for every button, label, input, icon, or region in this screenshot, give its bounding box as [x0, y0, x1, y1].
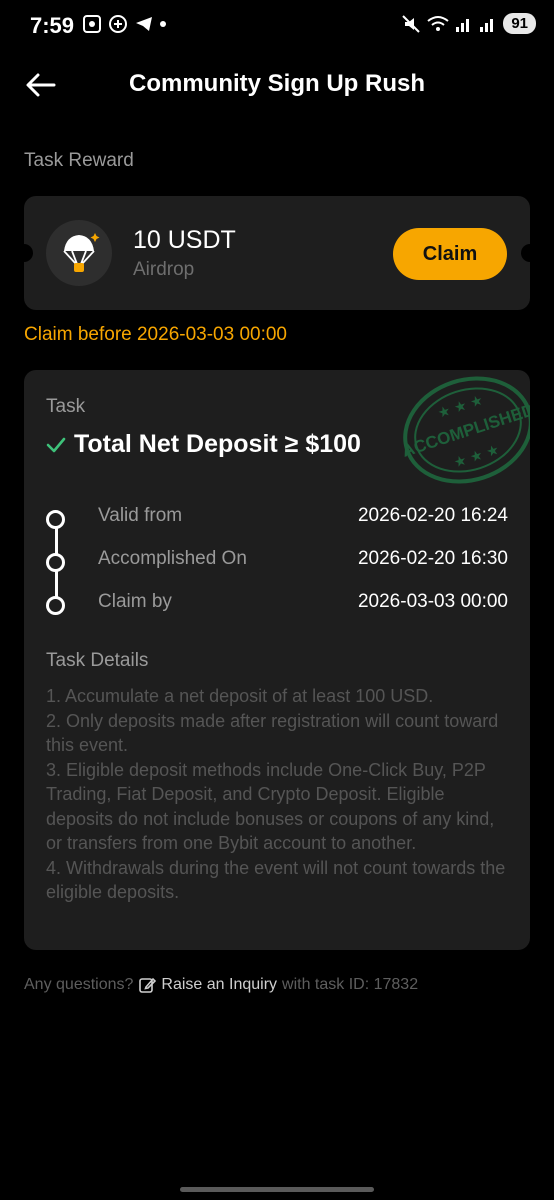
task-details-text: 1. Accumulate a net deposit of at least … — [46, 684, 508, 905]
reward-type: Airdrop — [133, 259, 195, 280]
timeline-row-valid-from: Valid from 2026-02-20 16:24 — [46, 505, 508, 533]
system-icons: 91 — [401, 13, 536, 34]
timeline-value: 2026-02-20 16:24 — [357, 505, 508, 526]
claim-button[interactable]: Claim — [393, 228, 507, 280]
raise-inquiry-link[interactable]: Raise an Inquiry — [161, 976, 277, 994]
timeline-row-claim-by: Claim by 2026-03-03 00:00 — [46, 591, 508, 619]
mute-icon — [402, 14, 421, 33]
parachute-airdrop-icon — [46, 220, 112, 286]
task-label: Task — [46, 396, 86, 417]
edit-icon[interactable] — [138, 976, 157, 994]
task-reward-heading: Task Reward — [24, 150, 134, 171]
page-title: Community Sign Up Rush — [129, 70, 425, 97]
signal-icon-2 — [480, 18, 494, 32]
support-footer: Any questions? Raise an Inquiry with tas… — [24, 976, 418, 994]
app-header: Community Sign Up Rush — [0, 58, 554, 112]
timeline-dot-icon — [46, 596, 65, 615]
timeline-dot-icon — [46, 553, 65, 572]
task-detail-item: 3. Eligible deposit methods include One-… — [46, 759, 495, 854]
more-notifications-dot — [160, 21, 166, 27]
svg-text:★ ★ ★: ★ ★ ★ — [452, 442, 501, 472]
telegram-icon — [136, 17, 152, 31]
timeline-label: Claim by — [98, 591, 172, 612]
task-detail-item: 1. Accumulate a net deposit of at least … — [46, 686, 434, 706]
checkmark-icon — [46, 437, 66, 452]
claim-deadline: Claim before 2026-03-03 00:00 — [24, 324, 288, 345]
reward-card: 10 USDT Airdrop Claim — [15, 196, 539, 310]
task-details-heading: Task Details — [46, 650, 149, 671]
timeline-label: Accomplished On — [98, 548, 247, 569]
ticket-notch-right — [521, 244, 539, 262]
reward-amount: 10 USDT — [133, 226, 236, 254]
screenshot-icon — [83, 15, 101, 33]
signal-icon — [456, 18, 470, 32]
home-indicator[interactable] — [180, 1187, 374, 1192]
task-title-row: Total Net Deposit ≥ $100 — [46, 430, 361, 459]
task-detail-item: 2. Only deposits made after registration… — [46, 710, 499, 756]
timeline-value: 2026-02-20 16:30 — [357, 548, 508, 569]
footer-suffix: with task ID: 17832 — [282, 976, 419, 993]
accomplished-stamp-icon: ACCOMPLISHED ★ ★ ★ ★ ★ ★ — [400, 376, 530, 484]
status-time: 7:59 — [30, 13, 75, 38]
add-chat-icon — [109, 15, 127, 33]
task-title: Total Net Deposit ≥ $100 — [74, 430, 361, 458]
footer-prefix: Any questions? — [24, 976, 134, 993]
task-card: Task Total Net Deposit ≥ $100 ACCOMPLISH… — [24, 370, 530, 950]
ticket-notch-left — [15, 244, 33, 262]
status-bar: 7:59 91 — [0, 0, 554, 52]
wifi-icon — [427, 15, 449, 31]
timeline-label: Valid from — [98, 505, 183, 526]
timeline-row-accomplished-on: Accomplished On 2026-02-20 16:30 — [46, 548, 508, 576]
timeline-dot-icon — [46, 510, 65, 529]
battery-indicator: 91 — [503, 13, 536, 34]
notification-icons — [82, 14, 166, 34]
task-detail-item: 4. Withdrawals during the event will not… — [46, 857, 506, 903]
timeline-value: 2026-03-03 00:00 — [357, 591, 508, 612]
